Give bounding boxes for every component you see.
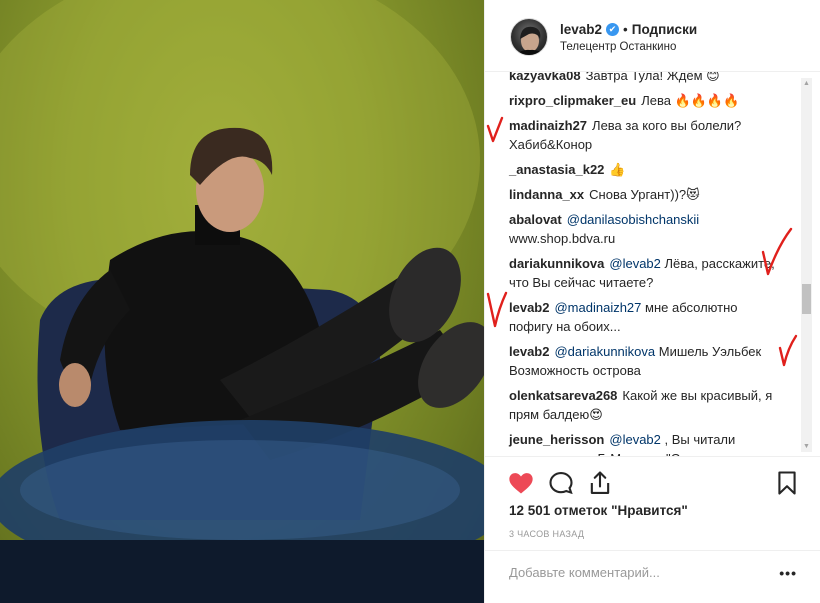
verified-badge-icon: ✔ — [606, 23, 620, 36]
red-checkmark-annotation — [761, 227, 793, 276]
comment-username[interactable]: _anastasia_k22 — [509, 162, 604, 177]
add-comment-bar: ••• — [485, 550, 820, 603]
avatar-image — [516, 26, 544, 55]
comment-mention-link[interactable]: @levab2 — [609, 256, 661, 271]
comment-mention-link[interactable]: @levab2 — [609, 432, 661, 447]
comment-username[interactable]: madinaizh27 — [509, 118, 587, 133]
comment-username[interactable]: olenkatsareva268 — [509, 388, 617, 403]
comment-text: Снова Ургант))?😻 — [589, 187, 700, 202]
header-user-line: levab2 ✔ • Подписки — [560, 22, 697, 37]
header-username[interactable]: levab2 — [560, 22, 602, 37]
avatar[interactable] — [510, 18, 548, 56]
post-side-panel: levab2 ✔ • Подписки Телецентр Останкино … — [484, 0, 820, 603]
comment-bubble-icon[interactable] — [547, 469, 575, 497]
scroll-up-arrow-icon[interactable]: ▲ — [801, 78, 812, 89]
comment-mention-link[interactable]: @dariakunnikova — [554, 344, 655, 359]
red-checkmark-annotation — [486, 291, 508, 328]
comment-username[interactable]: levab2 — [509, 300, 549, 315]
comment-item: levab2 @madinaizh27 мне абсолютно пофигу … — [509, 298, 784, 336]
post-header: levab2 ✔ • Подписки Телецентр Останкино — [485, 0, 820, 72]
comment-item: dariakunnikova @levab2 Лёва, расскажите, … — [509, 254, 784, 292]
more-options-button[interactable]: ••• — [779, 565, 797, 581]
comment-item: kazyavka08 Завтра Тула! Ждём 😊 — [509, 72, 784, 85]
comment-item: _anastasia_k22 👍 — [509, 160, 784, 179]
comment-item: rixpro_clipmaker_eu Лева 🔥🔥🔥🔥 — [509, 91, 784, 110]
comment-item: levab2 @dariakunnikova Мишель Уэльбек Воз… — [509, 342, 784, 380]
following-button[interactable]: Подписки — [632, 22, 697, 37]
likes-count[interactable]: 12 501 отметок "Нравится" — [509, 503, 688, 518]
comment-mention-link[interactable]: @danilasobishchanskii — [567, 212, 699, 227]
comment-item: olenkatsareva268 Какой же вы красивый, я … — [509, 386, 784, 424]
comment-item: jeune_herisson@levab2 , Вы читали произв… — [509, 430, 784, 456]
comment-username[interactable]: abalovat — [509, 212, 562, 227]
comment-username[interactable]: dariakunnikova — [509, 256, 604, 271]
comments-scrollbar[interactable]: ▲ ▼ — [801, 78, 812, 452]
comment-username[interactable]: lindanna_xx — [509, 187, 584, 202]
comment-text: www.shop.bdva.ru — [509, 231, 616, 246]
scroll-down-arrow-icon[interactable]: ▼ — [801, 441, 812, 452]
photo-illustration — [0, 0, 484, 603]
comment-text: 👍 — [609, 162, 626, 177]
comment-list: kazyavka08 Завтра Тула! Ждём 😊 rixpro_clip… — [509, 72, 784, 456]
add-comment-input[interactable] — [509, 565, 769, 580]
share-icon[interactable] — [586, 469, 614, 497]
location-link[interactable]: Телецентр Останкино — [560, 41, 676, 53]
post-timestamp[interactable]: 3 ЧАСОВ НАЗАД — [509, 529, 584, 539]
comment-username[interactable]: rixpro_clipmaker_eu — [509, 93, 636, 108]
separator-dot: • — [623, 22, 628, 37]
bookmark-icon[interactable] — [773, 469, 801, 497]
comment-mention-link[interactable]: @madinaizh27 — [554, 300, 641, 315]
red-checkmark-annotation — [486, 116, 504, 143]
comment-item: lindanna_xx Снова Ургант))?😻 — [509, 185, 784, 204]
post-photo[interactable] — [0, 0, 484, 603]
post-actions: 12 501 отметок "Нравится" 3 ЧАСОВ НАЗАД — [485, 456, 820, 556]
comment-username[interactable]: jeune_herisson — [509, 432, 604, 447]
comment-text: Завтра Тула! Ждём 😊 — [585, 72, 720, 83]
comment-username[interactable]: kazyavka08 — [509, 72, 581, 83]
comment-text: Лева 🔥🔥🔥🔥 — [641, 93, 740, 108]
like-heart-icon[interactable] — [507, 469, 535, 497]
comment-item: abalovat @danilasobishchanskii www.shop.b… — [509, 210, 784, 248]
red-checkmark-annotation — [778, 334, 798, 367]
comment-item: madinaizh27 Лева за кого вы болели? Хабиб… — [509, 116, 784, 154]
comment-username[interactable]: levab2 — [509, 344, 549, 359]
scroll-thumb[interactable] — [802, 284, 811, 314]
